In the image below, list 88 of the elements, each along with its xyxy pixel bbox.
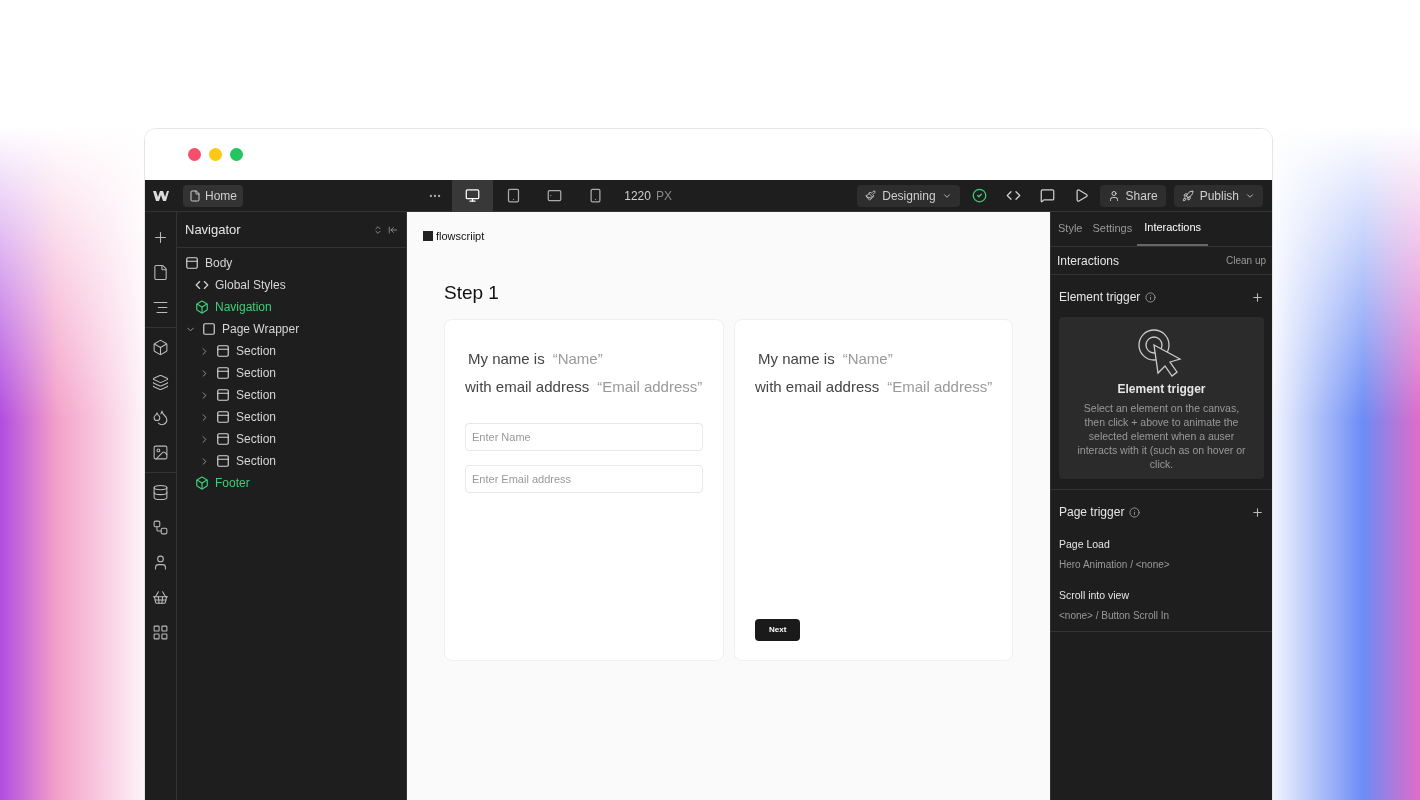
mode-button[interactable]: Designing [857,184,960,207]
body-icon [185,256,199,270]
trigger-title: Element trigger [1059,289,1141,306]
navigator-item[interactable]: Footer [177,472,406,494]
info-icon[interactable] [1145,291,1157,303]
page-button[interactable]: Home [183,184,243,207]
expand-collapse-icon[interactable] [373,224,383,235]
value-token: “Email address” [597,377,703,397]
navigator-item[interactable]: Section [177,340,406,362]
section-title: Interactions [1057,252,1121,270]
sentence-text: My name is [758,348,835,369]
navigator-item[interactable]: Section [177,428,406,450]
section-icon [216,366,230,380]
page-icon [189,189,201,202]
collapse-panel-icon[interactable] [388,224,398,235]
value-token: “Name” [842,348,893,369]
publish-button[interactable]: Publish [1173,184,1263,207]
trigger-detail: <none> / Button Scroll In [1059,608,1171,623]
navigator-item[interactable]: Body [177,252,406,274]
clean-up-button[interactable]: Clean up [1225,253,1266,268]
empty-state-text: Select an element on the canvas, then click + above to animate the selected element when a auser interacts with it (such as on hover or click. [1076,401,1247,471]
cube-icon [195,476,209,490]
page-icon[interactable] [152,264,169,281]
trigger-name[interactable]: Page Load [1059,537,1264,553]
apps-icon[interactable] [152,624,169,641]
trigger-title: Page trigger [1059,504,1125,521]
basket-icon[interactable] [152,589,169,606]
image-icon[interactable] [152,444,169,461]
sentence-text: with email address [465,377,590,397]
user-icon[interactable] [152,554,169,571]
value-token: “Name” [552,348,603,369]
navigator-item[interactable]: Global Styles [177,274,406,296]
workflow-icon[interactable] [152,519,169,536]
navigator-icon[interactable] [152,299,169,316]
width-unit: PX [655,187,672,205]
tablet-icon [506,188,522,203]
empty-state-title: Element trigger [1117,381,1206,398]
sentence-text: My name is [468,348,545,369]
preview-icon[interactable] [1073,188,1089,203]
comment-icon[interactable] [1039,188,1055,203]
monitor-icon [465,188,481,203]
section-icon [216,454,230,468]
trigger-detail: Hero Animation / <none> [1059,557,1171,572]
panel-tab[interactable]: Style [1053,211,1088,246]
step-heading: Step 1 [444,282,499,302]
logo-mark-icon [423,231,433,242]
next-button[interactable]: Next [755,618,801,641]
share-button[interactable]: Share [1099,184,1166,207]
sentence-text: with email address [755,377,880,397]
add-icon[interactable] [1251,505,1264,519]
navigator-item[interactable]: Section [177,450,406,472]
text-field[interactable]: Enter Email address [465,464,703,493]
text-field[interactable]: Enter Name [465,422,703,451]
value-token: “Email address” [887,377,993,397]
code-icon [195,278,209,292]
width-value: 1220 [624,187,651,205]
navigator-item[interactable]: Section [177,362,406,384]
panel-tab[interactable]: Settings [1087,211,1138,246]
database-icon[interactable] [152,484,169,501]
info-icon[interactable] [1129,506,1141,518]
square-icon [202,322,216,336]
panel-title: Navigator [185,220,242,239]
cube-icon[interactable] [152,339,169,356]
phone-icon [588,188,604,203]
section-icon [216,388,230,402]
code-icon[interactable] [1005,188,1021,203]
navigator-item[interactable]: Section [177,406,406,428]
layers-icon[interactable] [152,374,169,391]
droplets-icon[interactable] [152,409,169,426]
logo-icon[interactable] [153,190,169,201]
navigator-item[interactable]: Section [177,384,406,406]
navigator-item[interactable]: Page Wrapper [177,318,406,340]
section-icon [216,432,230,446]
section-icon [216,410,230,424]
site-logo: flowscriipt [436,229,485,244]
device-button[interactable] [452,179,494,212]
navigator-item[interactable]: Navigation [177,296,406,318]
status-check-icon[interactable] [971,188,987,203]
trigger-name[interactable]: Scroll into view [1059,587,1264,604]
brush-icon [865,190,877,201]
tablet-icon [547,188,563,203]
panel-tab[interactable]: Interactions [1137,211,1209,246]
add-icon[interactable] [1251,290,1264,304]
cube-icon [195,300,209,314]
rocket-icon [1181,189,1194,202]
user-icon [1107,189,1120,202]
section-icon [216,344,230,358]
add-icon[interactable] [152,229,169,246]
